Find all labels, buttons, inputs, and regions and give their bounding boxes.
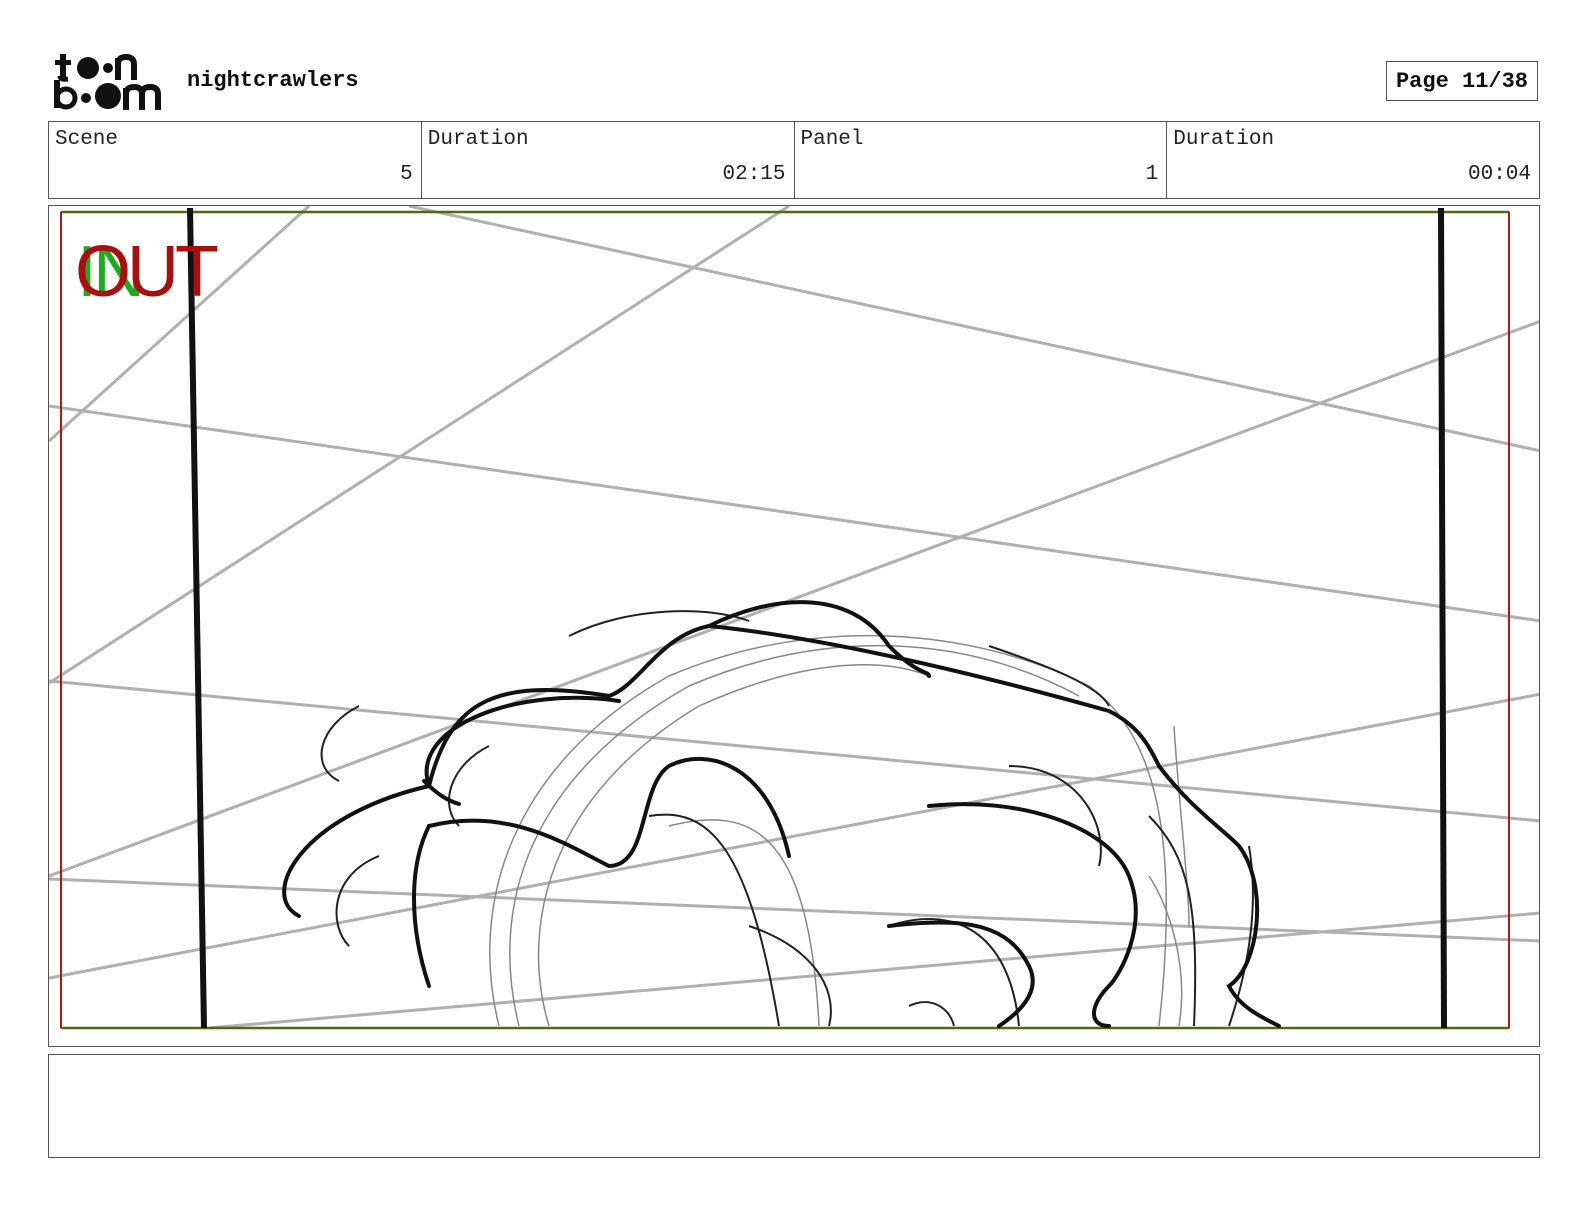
scene-value: 5: [400, 163, 413, 186]
panel-value: 1: [1145, 163, 1159, 186]
scene-duration-value: 02:15: [722, 163, 786, 186]
panel-duration-label: Duration: [1173, 128, 1275, 151]
panel-label: Panel: [800, 128, 864, 151]
panel-sketch: [49, 206, 1539, 1030]
project-title: nightcrawlers: [187, 68, 359, 93]
perspective-guides: [49, 206, 1539, 1030]
panel-cell: Panel 1: [795, 122, 1168, 198]
scene-duration-label: Duration: [427, 128, 529, 151]
camera-frame: [60, 210, 1510, 1030]
scene-cell: Scene 5: [49, 122, 422, 198]
page-indicator: Page 11/38: [1386, 61, 1538, 101]
sketch-main-lines: [282, 600, 1281, 1028]
out-marker: OUT: [75, 232, 219, 312]
toon-boom-logo: [52, 50, 164, 112]
sketch-contours: [320, 610, 1254, 1027]
scene-label: Scene: [55, 128, 119, 151]
storyboard-panel: IN OUT: [48, 205, 1540, 1047]
panel-notes-box[interactable]: [48, 1054, 1540, 1158]
panel-info-row: Scene 5 Duration 02:15 Panel 1 Duration …: [48, 121, 1540, 199]
panel-duration-cell: Duration 00:04: [1167, 122, 1539, 198]
panel-duration-value: 00:04: [1467, 163, 1531, 186]
logo-mark-icon: [54, 53, 161, 110]
scene-duration-cell: Duration 02:15: [422, 122, 795, 198]
